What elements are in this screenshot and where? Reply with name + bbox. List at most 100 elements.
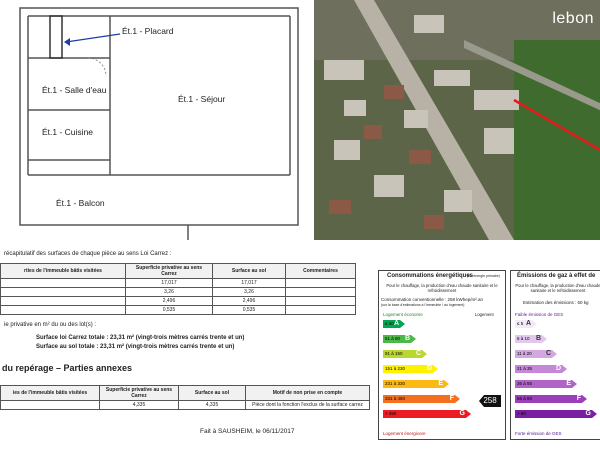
table-cell bbox=[0, 400, 100, 410]
ges-band-letter: E bbox=[566, 380, 571, 387]
ges-estimation: Estimation des émissions : 60 kg bbox=[523, 300, 589, 305]
ges-band-range: > 80 bbox=[517, 411, 526, 416]
ges-band-range: 36 à 55 bbox=[517, 381, 533, 386]
door-swing bbox=[87, 57, 107, 77]
dpe-basis: (sur la base d'estimations à l'immeuble … bbox=[381, 303, 465, 307]
dpe-band-range: ≤ 50 bbox=[385, 321, 394, 326]
table-cell: 4,335 bbox=[178, 400, 246, 410]
surfaces-col-header: Commentaires bbox=[285, 263, 356, 279]
table-cell: 0,535 bbox=[125, 305, 213, 315]
table-row: 3,26 3,26 bbox=[0, 287, 356, 297]
ges-box: Émissions de gaz à effet de Pour le chau… bbox=[510, 270, 600, 440]
aerial-map-drawing bbox=[314, 0, 600, 240]
ges-band-letter: G bbox=[585, 410, 591, 417]
room-balcon: Ét.1 - Balcon bbox=[56, 198, 105, 208]
ges-top-label: Faible émission de GES bbox=[515, 312, 564, 317]
dpe-band-letter: G bbox=[459, 410, 465, 417]
dpe-band-letter: C bbox=[415, 350, 421, 357]
sol-total: Surface au sol totale : 23,31 m² (vingt-… bbox=[36, 344, 235, 350]
ges-band-range: 11 à 20 bbox=[517, 351, 532, 356]
dpe-band-a: ≤ 50 A bbox=[383, 320, 405, 328]
surfaces-col-header: Surface au sol bbox=[212, 263, 286, 279]
surfaces-document: récapitulatif des surfaces de chaque piè… bbox=[0, 242, 372, 450]
dpe-title: Consommations énergétiques bbox=[387, 273, 474, 279]
dpe-band-range: 91 à 150 bbox=[385, 351, 403, 356]
annexes-title: du repérage – Parties annexes bbox=[2, 363, 133, 373]
annexes-table: ies de l'immeuble bâtis visitées Superfi… bbox=[0, 385, 370, 410]
ges-band-range: ≤ 5 bbox=[517, 321, 524, 326]
dpe-band-letter: D bbox=[426, 365, 432, 372]
dpe-description: Pour le chauffage, la production d'eau c… bbox=[386, 283, 498, 293]
dpe-value-marker: 258 bbox=[479, 395, 501, 407]
dpe-band-letter: B bbox=[404, 335, 410, 342]
ges-title: Émissions de gaz à effet de bbox=[517, 273, 596, 279]
ges-band-c: 11 à 20 C bbox=[515, 350, 557, 358]
ges-band-range: 21 à 35 bbox=[517, 366, 533, 371]
table-cell: 17,017 bbox=[125, 278, 213, 288]
table-cell bbox=[285, 296, 356, 306]
annexes-col-header: ies de l'immeuble bâtis visitées bbox=[0, 385, 100, 401]
carrez-total: Surface loi Carrez totale : 23,31 m² (vi… bbox=[36, 335, 245, 341]
table-cell: 2,496 bbox=[125, 296, 213, 306]
dpe-band-letter: A bbox=[393, 320, 399, 327]
ges-band-d: 21 à 35 D bbox=[515, 365, 567, 373]
dpe-band-e: 231 à 330 E bbox=[383, 380, 449, 388]
dpe-consumption: Consommation conventionnelle : 258 kWhep… bbox=[381, 297, 484, 302]
room-salle-deau: Ét.1 - Salle d'eau bbox=[42, 85, 107, 95]
surfaces-header-row: rties de l'immeuble bâtis visitées Super… bbox=[0, 263, 356, 279]
table-row: 4,335 4,335 Pièce dont la fonction l'exc… bbox=[0, 400, 370, 410]
table-cell bbox=[0, 287, 126, 297]
dpe-band-d: 151 à 230 D bbox=[383, 365, 438, 373]
room-cuisine: Ét.1 - Cuisine bbox=[42, 127, 94, 137]
dpe-band-g: > 450 G bbox=[383, 410, 471, 418]
dpe-band-range: 51 à 90 bbox=[385, 336, 401, 341]
dpe-subtitle: (En énergie primaire) bbox=[467, 274, 500, 278]
dpe-bottom-label: Logement énergivore bbox=[383, 431, 426, 436]
ges-band-range: 56 à 80 bbox=[517, 396, 533, 401]
ges-band-b: 6 à 10 B bbox=[515, 335, 547, 343]
surfaces-intro: récapitulatif des surfaces de chaque piè… bbox=[4, 251, 172, 257]
signature-line: Fait à SAUSHEIM, le 06/11/2017 bbox=[200, 428, 295, 435]
dpe-box: Consommations énergétiques (En énergie p… bbox=[378, 270, 506, 440]
table-cell bbox=[0, 305, 126, 315]
annexes-col-header: Surface au sol bbox=[178, 385, 246, 401]
ges-band-letter: B bbox=[535, 335, 541, 342]
ges-band-letter: A bbox=[525, 320, 531, 327]
aerial-photo: lebon bbox=[314, 0, 600, 240]
table-cell: 4,335 bbox=[99, 400, 179, 410]
brand-watermark: lebon bbox=[552, 10, 594, 27]
annexes-col-header: Motif de non prise en compte bbox=[245, 385, 370, 401]
dpe-band-letter: E bbox=[438, 380, 443, 387]
placard-arrow bbox=[64, 38, 70, 46]
closet-door bbox=[49, 15, 63, 59]
surfaces-table: rties de l'immeuble bâtis visitées Super… bbox=[0, 263, 356, 315]
ges-band-e: 36 à 55 E bbox=[515, 380, 577, 388]
ges-band-f: 56 à 80 F bbox=[515, 395, 587, 403]
table-cell bbox=[285, 305, 356, 315]
table-cell: 3,26 bbox=[125, 287, 213, 297]
dpe-band-c: 91 à 150 C bbox=[383, 350, 427, 358]
table-cell bbox=[0, 278, 126, 288]
dpe-band-b: 51 à 90 B bbox=[383, 335, 416, 343]
surfaces-col-header: rties de l'immeuble bâtis visitées bbox=[0, 263, 126, 279]
ges-band-letter: F bbox=[576, 395, 581, 402]
dpe-logement-label: Logement bbox=[475, 312, 494, 317]
table-cell bbox=[285, 278, 356, 288]
annexes-header-row: ies de l'immeuble bâtis visitées Superfi… bbox=[0, 385, 370, 401]
floor-plan: Ét.1 - Placard Ét.1 - Salle d'eau Ét.1 -… bbox=[0, 0, 312, 240]
dpe-band-range: 231 à 330 bbox=[385, 381, 406, 386]
ges-bottom-label: Forte émission de GES bbox=[515, 431, 562, 436]
table-row: 0,535 0,535 bbox=[0, 305, 356, 315]
table-cell bbox=[285, 287, 356, 297]
table-cell: 2,496 bbox=[212, 296, 286, 306]
surfaces-col-header: Superficie privative au sens Carrez bbox=[125, 263, 213, 279]
ges-band-g: > 80 G bbox=[515, 410, 597, 418]
dpe-top-label: Logement économe bbox=[383, 312, 423, 317]
ges-description: Pour le chauffage, la production d'eau c… bbox=[515, 283, 600, 293]
energy-labels: Consommations énergétiques (En énergie p… bbox=[374, 242, 600, 450]
table-row: 17,017 17,017 bbox=[0, 278, 356, 288]
table-cell: 0,535 bbox=[212, 305, 286, 315]
room-placard: Ét.1 - Placard bbox=[122, 26, 174, 36]
annexes-col-header: Superficie privative au sens Carrez bbox=[99, 385, 179, 401]
ges-band-letter: C bbox=[545, 350, 551, 357]
